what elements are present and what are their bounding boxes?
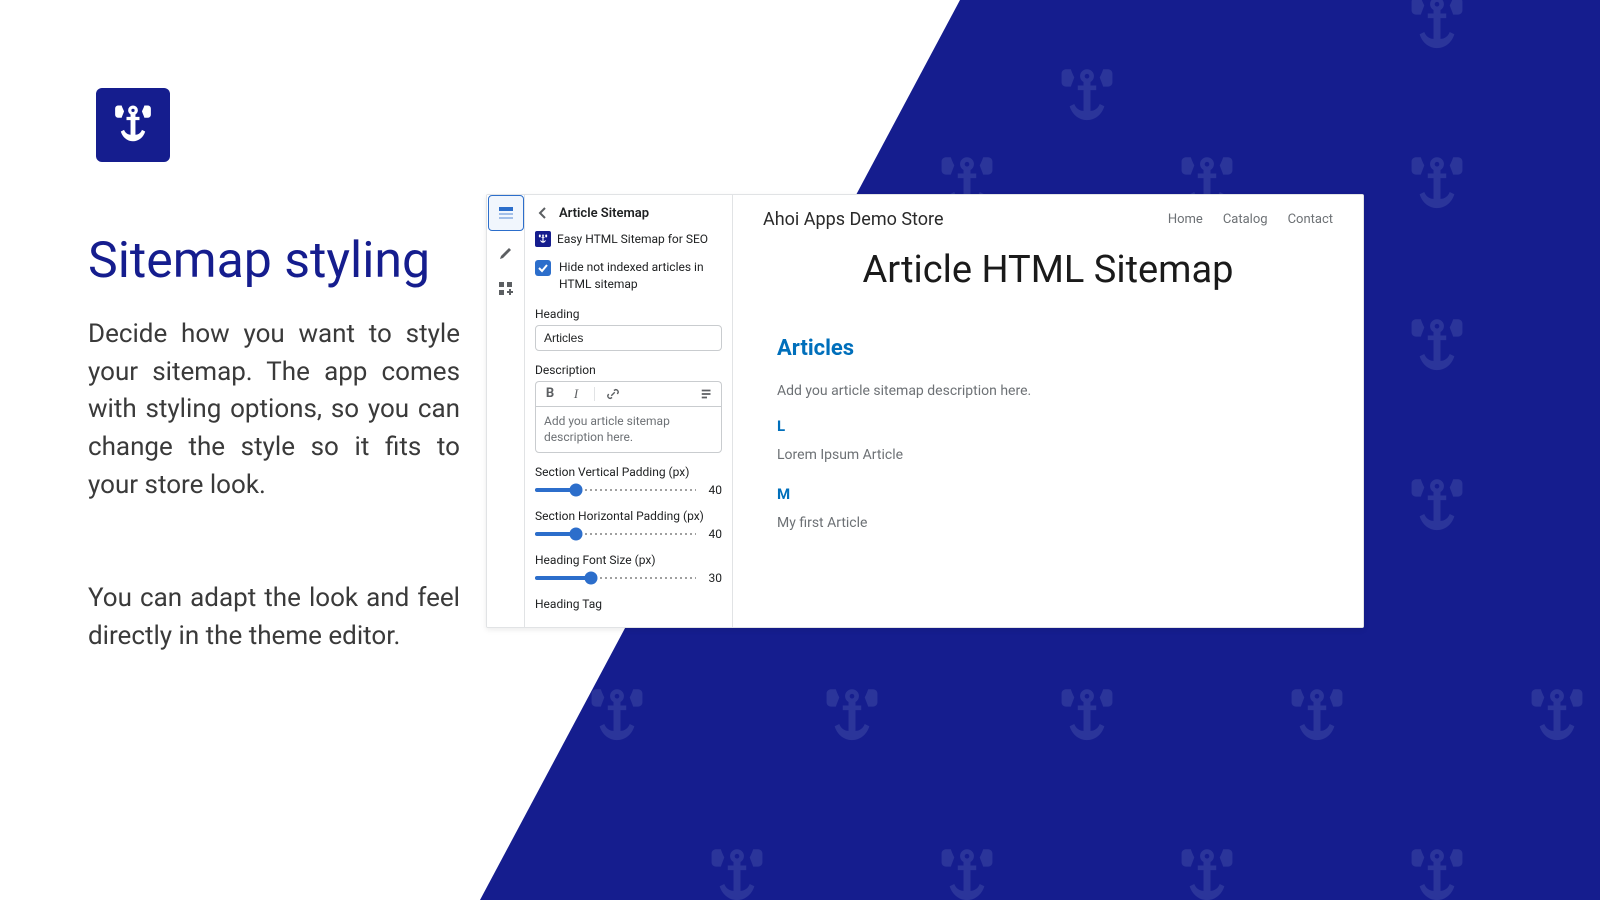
editor-icon-rail bbox=[487, 195, 525, 627]
hide-indexed-checkbox[interactable] bbox=[535, 260, 551, 276]
theme-settings-icon[interactable] bbox=[496, 241, 516, 261]
article-link-lorem[interactable]: Lorem Ipsum Article bbox=[777, 447, 1333, 463]
bold-button[interactable]: B bbox=[542, 386, 558, 402]
app-mini-logo bbox=[535, 231, 551, 247]
heading-font-size-label: Heading Font Size (px) bbox=[535, 553, 722, 567]
back-chevron-icon[interactable] bbox=[535, 205, 551, 221]
richtext-toolbar: B I bbox=[535, 381, 722, 406]
vertical-padding-label: Section Vertical Padding (px) bbox=[535, 465, 722, 479]
heading-font-size-value: 30 bbox=[709, 571, 723, 585]
app-embeds-icon[interactable] bbox=[496, 279, 516, 299]
slide-paragraph-1: Decide how you want to style your sitema… bbox=[88, 316, 460, 504]
articles-description: Add you article sitemap description here… bbox=[777, 383, 1333, 399]
link-button[interactable] bbox=[605, 386, 621, 402]
theme-editor-screenshot: Article Sitemap Easy HTML Sitemap for SE… bbox=[486, 194, 1364, 628]
nav-home[interactable]: Home bbox=[1168, 212, 1203, 227]
horizontal-padding-label: Section Horizontal Padding (px) bbox=[535, 509, 722, 523]
editor-settings-panel: Article Sitemap Easy HTML Sitemap for SE… bbox=[525, 195, 733, 627]
heading-field-label: Heading bbox=[535, 307, 722, 321]
store-nav: Home Catalog Contact bbox=[1168, 212, 1333, 227]
nav-contact[interactable]: Contact bbox=[1288, 212, 1333, 227]
marketing-slide: Sitemap styling Decide how you want to s… bbox=[0, 0, 1600, 900]
letter-heading-l: L bbox=[777, 417, 1333, 435]
slide-paragraph-2: You can adapt the look and feel directly… bbox=[88, 580, 460, 655]
italic-button[interactable]: I bbox=[568, 386, 584, 402]
panel-title: Article Sitemap bbox=[559, 206, 649, 221]
letter-heading-m: M bbox=[777, 485, 1333, 503]
description-field-label: Description bbox=[535, 363, 722, 377]
heading-input[interactable] bbox=[535, 325, 722, 351]
app-attribution-row[interactable]: Easy HTML Sitemap for SEO bbox=[535, 231, 722, 247]
description-input[interactable]: Add you article sitemap description here… bbox=[535, 406, 722, 454]
article-link-myfirst[interactable]: My first Article bbox=[777, 515, 1333, 531]
nav-catalog[interactable]: Catalog bbox=[1223, 212, 1268, 227]
vertical-padding-slider[interactable]: 40 bbox=[535, 483, 722, 497]
app-name-label: Easy HTML Sitemap for SEO bbox=[557, 232, 708, 246]
heading-tag-label: Heading Tag bbox=[535, 597, 722, 611]
heading-font-size-slider[interactable]: 30 bbox=[535, 571, 722, 585]
store-name: Ahoi Apps Demo Store bbox=[763, 209, 944, 230]
hide-indexed-label: Hide not indexed articles in HTML sitema… bbox=[559, 259, 722, 293]
horizontal-padding-value: 40 bbox=[709, 527, 723, 541]
slide-title: Sitemap styling bbox=[88, 232, 430, 290]
vertical-padding-value: 40 bbox=[709, 483, 723, 497]
sections-icon[interactable] bbox=[496, 203, 516, 223]
toolbar-divider bbox=[594, 387, 595, 401]
horizontal-padding-slider[interactable]: 40 bbox=[535, 527, 722, 541]
app-logo bbox=[96, 88, 170, 162]
storefront-preview: Ahoi Apps Demo Store Home Catalog Contac… bbox=[733, 195, 1363, 627]
articles-heading: Articles bbox=[777, 336, 1333, 361]
preview-page-title: Article HTML Sitemap bbox=[763, 248, 1333, 292]
more-formatting-icon[interactable] bbox=[699, 386, 715, 402]
